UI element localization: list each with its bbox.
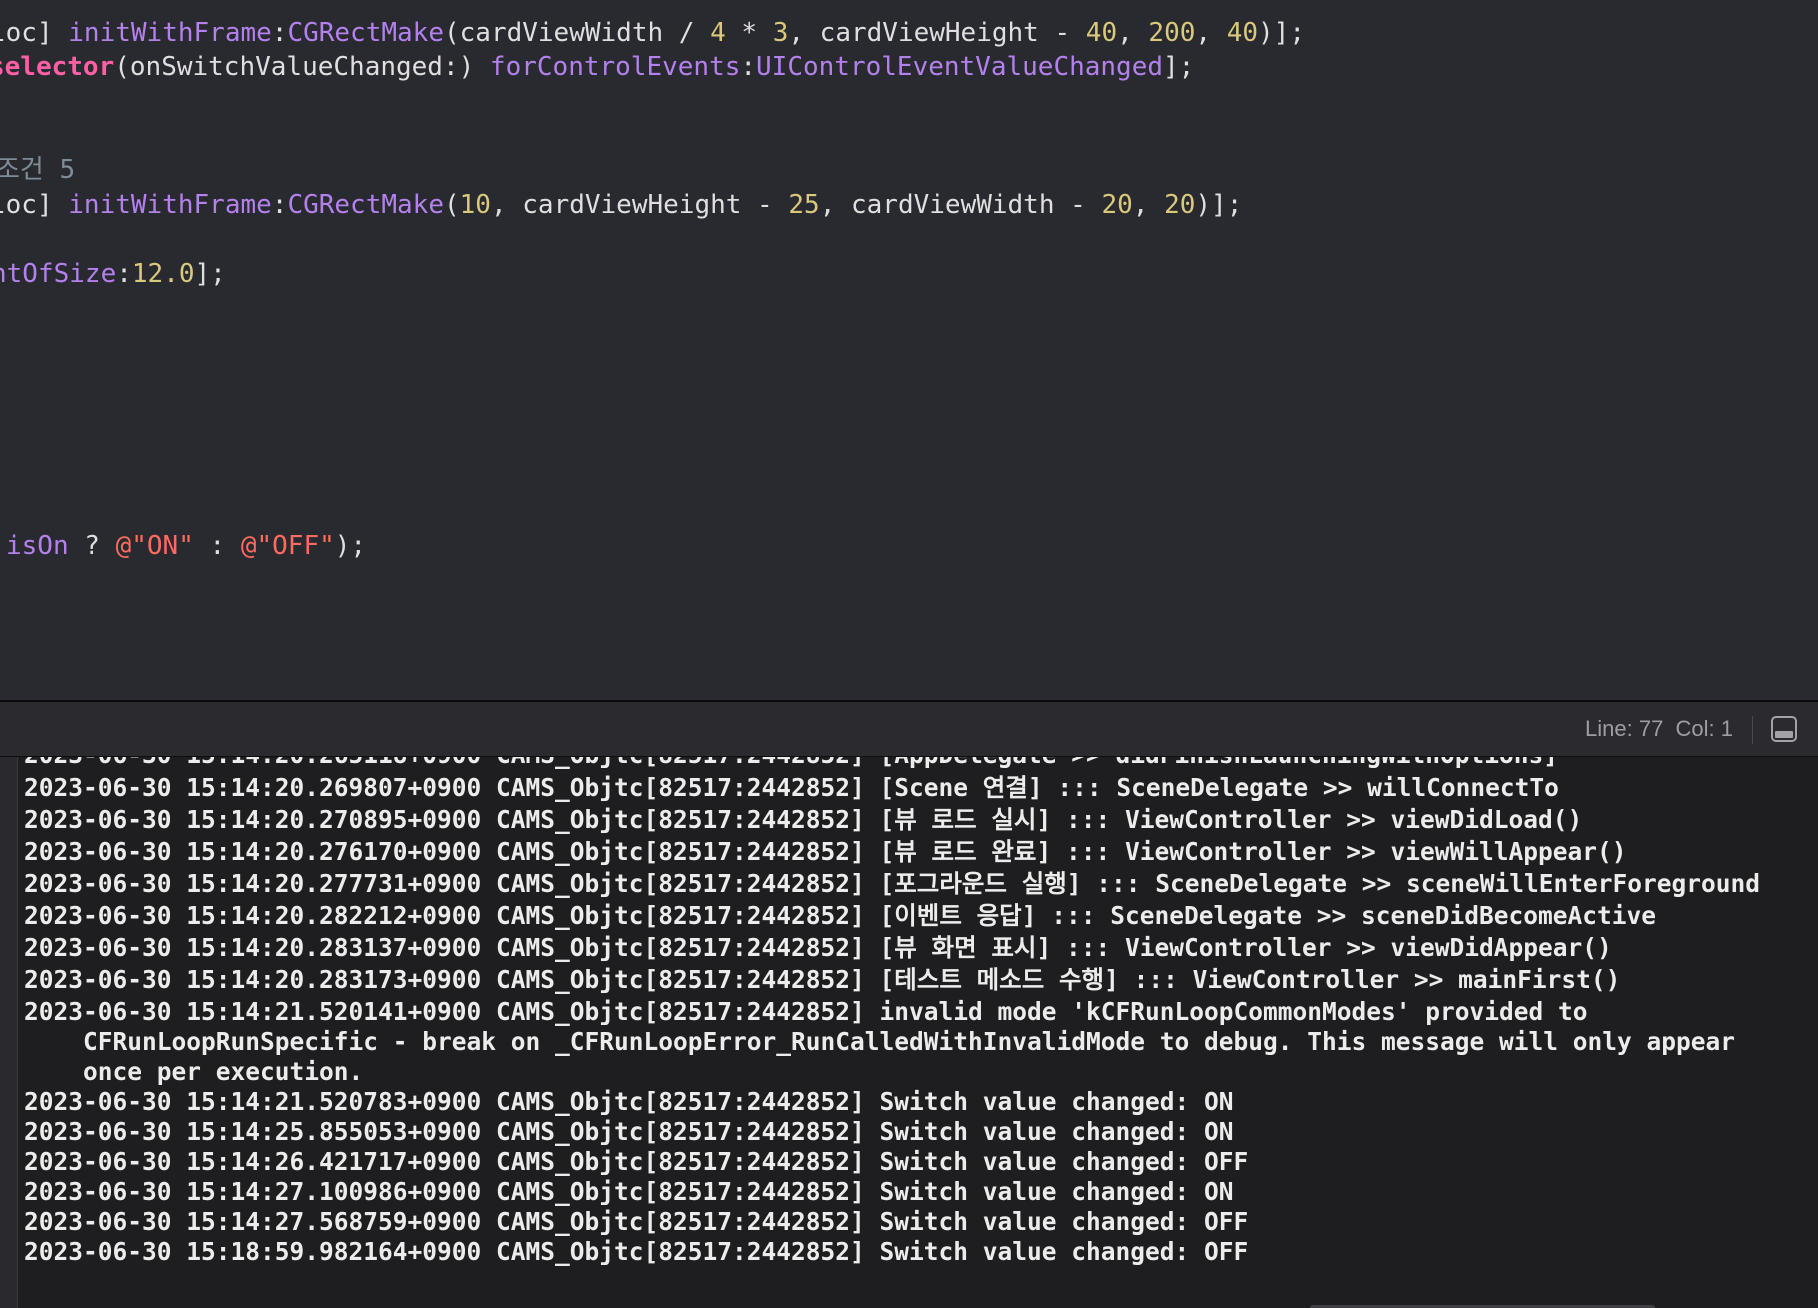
code-token: : (740, 52, 757, 82)
console-line: 2023-06-30 15:14:20.277731+0900 CAMS_Obj… (24, 869, 1761, 898)
code-line: ntOfSize:12.0]; (0, 257, 226, 291)
code-token: , (1117, 18, 1149, 48)
code-line: loc] initWithFrame:CGRectMake(10, cardVi… (0, 188, 1242, 222)
console-line: 2023-06-30 15:14:20.276170+0900 CAMS_Obj… (24, 837, 1627, 866)
code-token: @"OFF" (240, 531, 335, 561)
code-token: , cardViewHeight - (788, 18, 1086, 48)
code-token: loc] (0, 190, 53, 220)
code-token: initWithFrame (68, 190, 272, 220)
console-line: 2023-06-30 15:14:21.520783+0900 CAMS_Obj… (24, 1087, 1234, 1116)
console-line: 2023-06-30 15:14:21.520141+0900 CAMS_Obj… (24, 997, 1588, 1026)
code-token: (cardViewWidth / (443, 18, 711, 48)
console-line: 2023-06-30 15:14:27.100986+0900 CAMS_Obj… (24, 1177, 1234, 1206)
code-token: : (116, 259, 132, 289)
code-token: selector (0, 52, 115, 82)
code-token: : (271, 190, 288, 220)
console-line: 2023-06-30 15:18:59.982164+0900 CAMS_Obj… (24, 1237, 1249, 1266)
console-line: 2023-06-30 15:14:20.269807+0900 CAMS_Obj… (24, 773, 1559, 802)
code-token: , cardViewWidth - (819, 190, 1102, 220)
code-line: selector(onSwitchValueChanged:) forContr… (0, 50, 1194, 84)
code-token: ]; (194, 259, 226, 289)
code-token: CGRectMake (287, 190, 444, 220)
code-line: isOn ? @"ON" : @"OFF"); (6, 529, 366, 563)
source-editor[interactable]: loc] initWithFrame:CGRectMake(cardViewWi… (0, 0, 1818, 700)
console-gutter (0, 757, 18, 1308)
debug-status-bar: Line: 77 Col: 1 (0, 702, 1818, 757)
console-line: 2023-06-30 15:14:20.283137+0900 CAMS_Obj… (24, 933, 1612, 962)
code-token: : (271, 18, 288, 48)
code-token: 4 (710, 18, 726, 48)
status-separator (1752, 716, 1753, 744)
code-token: )]; (1258, 18, 1305, 48)
code-token: 10 (459, 190, 491, 220)
code-token: , (1195, 18, 1227, 48)
code-token: ( (443, 190, 460, 220)
console-line: 2023-06-30 15:14:20.283173+0900 CAMS_Obj… (24, 965, 1621, 994)
code-token: )]; (1195, 190, 1243, 220)
code-token: @"ON" (115, 531, 194, 561)
code-token: ntOfSize (0, 259, 117, 289)
xcode-window: loc] initWithFrame:CGRectMake(cardViewWi… (0, 0, 1818, 1308)
code-token: 40 (1085, 18, 1118, 48)
panel-toggle-icon[interactable] (1771, 716, 1797, 742)
console-line-continuation: CFRunLoopRunSpecific - break on _CFRunLo… (83, 1027, 1736, 1056)
cursor-position: Line: 77 Col: 1 (1585, 716, 1733, 741)
code-line: 조건 5 (0, 153, 75, 187)
code-line: loc] initWithFrame:CGRectMake(cardViewWi… (0, 16, 1305, 50)
code-token: CGRectMake (287, 18, 444, 48)
code-token: : (193, 531, 241, 561)
console-line: 2023-06-30 15:14:27.568759+0900 CAMS_Obj… (24, 1207, 1249, 1236)
console-line: 2023-06-30 15:14:20.270895+0900 CAMS_Obj… (24, 805, 1583, 834)
code-token: 25 (788, 190, 820, 220)
panel-toggle-fill (1775, 731, 1793, 738)
code-token: 20 (1101, 190, 1133, 220)
code-token: * (725, 18, 773, 48)
console-line: 2023-06-30 15:14:25.855053+0900 CAMS_Obj… (24, 1117, 1234, 1146)
code-token: ]; (1163, 52, 1195, 82)
code-token: 200 (1148, 18, 1196, 48)
code-token: 20 (1164, 190, 1196, 220)
console-line-continuation: once per execution. (83, 1057, 364, 1086)
code-token: 12.0 (131, 259, 195, 289)
code-token: UIControlEventValueChanged (756, 52, 1164, 82)
code-token: 조건 5 (0, 155, 76, 185)
console-line: 2023-06-30 15:14:26.421717+0900 CAMS_Obj… (24, 1147, 1249, 1176)
code-token: , cardViewHeight - (490, 190, 789, 220)
code-token: isOn (6, 531, 69, 561)
code-token: forControlEvents (489, 52, 741, 82)
console-line: 2023-06-30 15:14:20.282212+0900 CAMS_Obj… (24, 901, 1656, 930)
code-token: loc] (0, 18, 53, 48)
code-token: , (1132, 190, 1165, 220)
code-token: initWithFrame (68, 18, 272, 48)
console-line: 2023-06-30 15:14:20.265118+0900 CAMS_Obj… (24, 757, 1558, 770)
console-output[interactable]: 2023-06-30 15:14:20.265118+0900 CAMS_Obj… (0, 757, 1818, 1308)
code-token: 40 (1226, 18, 1259, 48)
code-token: ); (334, 531, 367, 561)
code-token: (onSwitchValueChanged:) (114, 52, 490, 82)
code-token: ? (68, 531, 116, 561)
code-token: 3 (772, 18, 789, 48)
